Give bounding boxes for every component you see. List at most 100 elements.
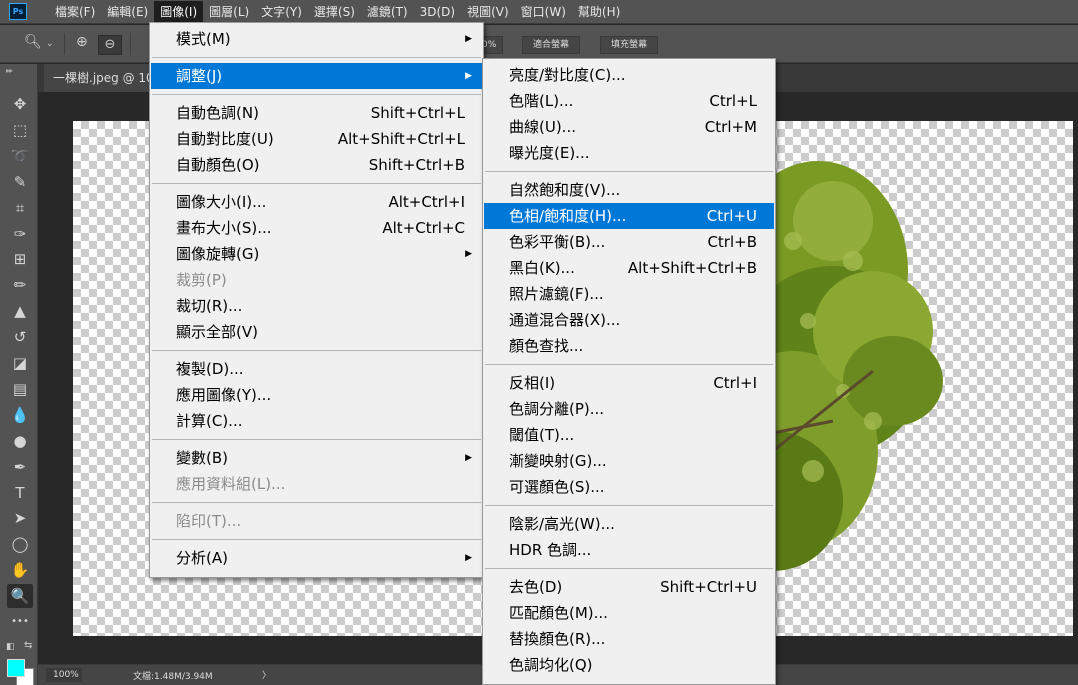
adjust-menu-item[interactable]: 陰影/高光(W)... (484, 511, 774, 537)
adjust-menu-item[interactable]: 替換顏色(R)... (484, 626, 774, 652)
gradient-tool-icon[interactable]: ▤ (7, 377, 33, 401)
default-colors-icon[interactable]: ◧ (6, 642, 15, 652)
menu-item-shortcut: Alt+Shift+Ctrl+L (337, 130, 465, 148)
zoom-tool-preset-icon[interactable]: 🔍︎ (24, 34, 42, 50)
adjust-menu-item[interactable]: 匹配顏色(M)... (484, 600, 774, 626)
image-menu-item[interactable]: 分析(A) ▶ (151, 545, 482, 571)
image-menu-item[interactable]: 複製(D)... (151, 356, 482, 382)
chevron-down-icon[interactable]: ⌄ (46, 39, 54, 49)
marquee-tool-icon[interactable]: ⬚ (7, 118, 33, 142)
menu-item-shortcut: Shift+Ctrl+U (660, 578, 757, 596)
adjust-menu-item[interactable]: 曲線(U)... Ctrl+M (484, 114, 774, 140)
fit-screen-button[interactable]: 適合螢幕 (522, 36, 581, 54)
adjust-menu-item[interactable]: 亮度/對比度(C)... (484, 62, 774, 88)
menubar-item[interactable]: 文字(Y) (255, 1, 308, 23)
menu-separator (152, 439, 481, 440)
path-select-tool-icon[interactable]: ➤ (7, 506, 33, 530)
image-menu-item[interactable]: 變數(B) ▶ (151, 445, 482, 471)
adjust-menu-item[interactable]: 照片濾鏡(F)... (484, 281, 774, 307)
type-tool-icon[interactable]: T (7, 481, 33, 505)
toolbox-grip[interactable]: ▸▸ (6, 66, 13, 75)
hand-tool-icon[interactable]: ✋ (7, 558, 33, 582)
adjustments-submenu: 亮度/對比度(C)... 色階(L)... Ctrl+L 曲線(U)... Ctrl+M… (482, 58, 776, 685)
image-menu-item[interactable]: 計算(C)... (151, 408, 482, 434)
adjust-menu-item[interactable]: 漸變映射(G)... (484, 448, 774, 474)
image-menu-item: 應用資料組(L)... (151, 471, 482, 497)
crop-tool-icon[interactable]: ⌗ (7, 196, 33, 220)
adjust-menu-item[interactable]: 閾值(T)... (484, 422, 774, 448)
lasso-tool-icon[interactable]: ➰ (7, 144, 33, 168)
menu-item-label: 模式(M) (176, 30, 231, 48)
menu-item-label: 計算(C)... (176, 412, 243, 430)
adjust-menu-item[interactable]: 自然飽和度(V)... (484, 177, 774, 203)
adjust-menu-item[interactable]: 顏色查找... (484, 333, 774, 359)
menu-item-shortcut: Shift+Ctrl+B (368, 156, 465, 174)
menubar-item[interactable]: 濾鏡(T) (361, 1, 414, 23)
image-menu: 模式(M) ▶ 調整(J) ▶ 自動色調(N) Shift+Ctrl+L 自動對比度(U) A… (149, 22, 484, 578)
image-menu-item[interactable]: 畫布大小(S)... Alt+Ctrl+C (151, 215, 482, 241)
menubar-item[interactable]: 幫助(H) (572, 1, 626, 23)
zoom-out-icon[interactable]: ⊖ (98, 35, 122, 55)
image-menu-item[interactable]: 模式(M) ▶ (151, 26, 482, 52)
menubar-item[interactable]: 視圖(V) (461, 1, 515, 23)
adjust-menu-item[interactable]: 反相(I) Ctrl+I (484, 370, 774, 396)
fill-screen-button[interactable]: 填充螢幕 (600, 36, 659, 54)
healing-tool-icon[interactable]: ⊞ (7, 247, 33, 271)
image-menu-item[interactable]: 自動顏色(O) Shift+Ctrl+B (151, 152, 482, 178)
image-menu-item[interactable]: 自動對比度(U) Alt+Shift+Ctrl+L (151, 126, 482, 152)
ellipse-tool-icon[interactable]: ◯ (7, 532, 33, 556)
image-menu-item[interactable]: 調整(J) ▶ (151, 63, 482, 89)
image-menu-item[interactable]: 顯示全部(V) (151, 319, 482, 345)
brush-tool-icon[interactable]: ✏ (7, 273, 33, 297)
status-zoom[interactable]: 100% (46, 668, 82, 682)
image-menu-item[interactable]: 應用圖像(Y)... (151, 382, 482, 408)
menubar-item[interactable]: 窗口(W) (515, 1, 572, 23)
document-tab[interactable]: 一棵樹.jpeg @ 100 (44, 64, 164, 92)
menubar-item[interactable]: 選擇(S) (308, 1, 361, 23)
swap-colors-icon[interactable]: ⇆ (24, 640, 32, 651)
menu-item-shortcut: Ctrl+U (706, 207, 757, 225)
pen-tool-icon[interactable]: ✒ (7, 455, 33, 479)
move-tool-icon[interactable]: ✥ (7, 92, 33, 116)
image-menu-item[interactable]: 圖像大小(I)... Alt+Ctrl+I (151, 189, 482, 215)
adjust-menu-item[interactable]: 色相/飽和度(H)... Ctrl+U (484, 203, 774, 229)
menu-item-label: 色彩平衡(B)... (509, 233, 606, 251)
menu-separator (152, 539, 481, 540)
menu-item-label: 畫布大小(S)... (176, 219, 272, 237)
menubar-item[interactable]: 3D(D) (414, 1, 461, 23)
submenu-arrow-icon: ▶ (465, 453, 472, 463)
more-tools-icon[interactable]: ••• (7, 610, 33, 634)
menu-item-label: 匹配顏色(M)... (509, 604, 608, 622)
stamp-tool-icon[interactable]: ▲ (7, 299, 33, 323)
adjust-menu-item[interactable]: 去色(D) Shift+Ctrl+U (484, 574, 774, 600)
menubar-item[interactable]: 圖像(I) (154, 0, 204, 23)
image-menu-item[interactable]: 圖像旋轉(G) ▶ (151, 241, 482, 267)
image-menu-item[interactable]: 裁切(R)... (151, 293, 482, 319)
adjust-menu-item[interactable]: 色彩平衡(B)... Ctrl+B (484, 229, 774, 255)
adjust-menu-item[interactable]: 色調均化(Q) (484, 652, 774, 678)
menubar-item[interactable]: 檔案(F) (49, 1, 101, 23)
eyedropper-tool-icon[interactable]: ✑ (7, 222, 33, 246)
foreground-color-swatch[interactable] (7, 659, 25, 677)
adjust-menu-item[interactable]: 曝光度(E)... (484, 140, 774, 166)
adjust-menu-item[interactable]: 通道混合器(X)... (484, 307, 774, 333)
menubar-item[interactable]: 編輯(E) (101, 1, 154, 23)
menu-item-label: 調整(J) (176, 67, 223, 85)
adjust-menu-item[interactable]: 色調分離(P)... (484, 396, 774, 422)
image-menu-item[interactable]: 自動色調(N) Shift+Ctrl+L (151, 100, 482, 126)
adjust-menu-item[interactable]: 黑白(K)... Alt+Shift+Ctrl+B (484, 255, 774, 281)
menu-item-label: 反相(I) (509, 374, 556, 392)
adjust-menu-item[interactable]: HDR 色調... (484, 537, 774, 563)
zoom-tool-icon[interactable]: 🔍 (7, 584, 33, 609)
history-brush-tool-icon[interactable]: ↺ (7, 325, 33, 349)
menu-item-label: 顏色查找... (509, 337, 584, 355)
eraser-tool-icon[interactable]: ◪ (7, 351, 33, 375)
quick-select-tool-icon[interactable]: ✎ (7, 170, 33, 194)
status-menu-arrow[interactable]: 〉 (262, 668, 271, 681)
blur-tool-icon[interactable]: 💧 (7, 403, 33, 427)
dodge-tool-icon[interactable]: ● (7, 429, 33, 453)
zoom-in-icon[interactable]: ⊕ (76, 34, 88, 50)
adjust-menu-item[interactable]: 色階(L)... Ctrl+L (484, 88, 774, 114)
adjust-menu-item[interactable]: 可選顏色(S)... (484, 474, 774, 500)
menubar-item[interactable]: 圖層(L) (203, 1, 255, 23)
